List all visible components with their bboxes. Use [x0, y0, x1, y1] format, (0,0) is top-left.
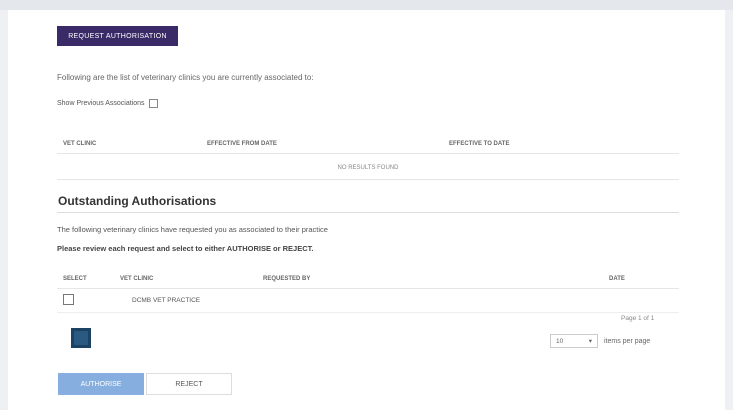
col-date[interactable]: Date — [609, 276, 625, 282]
outstanding-description: The following veterinary clinics have re… — [57, 225, 328, 234]
reject-button[interactable]: Reject — [146, 373, 232, 395]
content-card — [8, 10, 725, 410]
table-row: DCMB VET PRACTICE — [57, 290, 679, 313]
show-previous-label: Show Previous Associations — [57, 100, 145, 107]
chevron-down-icon: ▾ — [588, 338, 592, 345]
associated-intro-text: Following are the list of veterinary cli… — [57, 73, 314, 82]
per-page-select[interactable]: 10 ▾ — [550, 334, 598, 348]
top-bar — [0, 0, 733, 10]
per-page-value: 10 — [556, 337, 564, 345]
page-info: Page 1 of 1 — [621, 315, 655, 322]
items-per-page: 10 ▾ items per page — [550, 334, 650, 348]
col-effective-from[interactable]: Effective From Date — [207, 141, 277, 147]
no-results-message: No results found — [57, 157, 679, 180]
col-vet-clinic-2[interactable]: Vet Clinic — [120, 276, 153, 282]
col-requested-by[interactable]: Requested By — [263, 276, 310, 282]
col-vet-clinic[interactable]: Vet Clinic — [63, 141, 96, 147]
request-authorisation-button[interactable]: Request Authorisation — [57, 26, 178, 46]
authorise-button[interactable]: Authorise — [58, 373, 144, 395]
per-page-label: items per page — [604, 337, 651, 345]
row-select-checkbox[interactable] — [63, 294, 74, 305]
show-previous-checkbox[interactable] — [148, 99, 158, 108]
section-divider — [57, 212, 679, 213]
col-select: Select — [63, 276, 87, 282]
page-1-button[interactable] — [71, 328, 91, 348]
row-clinic: DCMB VET PRACTICE — [132, 297, 201, 304]
outstanding-instructions: Please review each request and select to… — [57, 244, 314, 253]
outstanding-table-header: Select Vet Clinic Requested By Date — [57, 272, 679, 289]
outstanding-title: Outstanding Authorisations — [58, 194, 217, 208]
associated-table-header: Vet Clinic Effective From Date Effective… — [57, 137, 679, 154]
show-previous-associations: Show Previous Associations — [57, 99, 158, 108]
col-effective-to[interactable]: Effective To Date — [449, 141, 509, 147]
